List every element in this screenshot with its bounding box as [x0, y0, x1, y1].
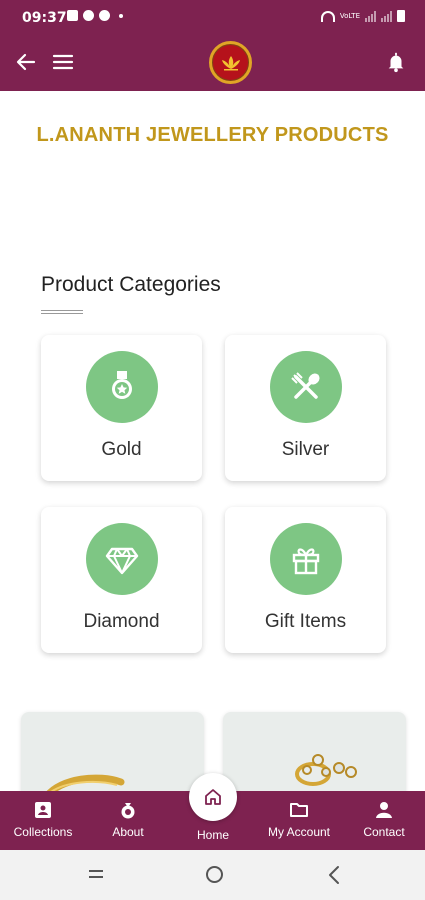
back-arrow-icon[interactable] [14, 50, 38, 74]
volte-label: VoLTE [339, 11, 360, 20]
folder-icon [290, 803, 308, 817]
diamond-icon [86, 523, 158, 595]
category-label: Gift Items [264, 611, 347, 632]
nav-home-button[interactable] [189, 773, 237, 821]
section-title: Product Categories [41, 273, 221, 296]
home-icon [205, 789, 221, 805]
hamburger-menu-icon[interactable] [51, 50, 75, 74]
medal-icon [86, 351, 158, 423]
system-status-icons: VoLTE [320, 10, 405, 22]
category-label: Gold [101, 439, 142, 460]
nav-label: My Account [267, 825, 331, 839]
system-navigation-bar [0, 850, 425, 900]
category-label: Silver [281, 439, 330, 460]
cloud-notification-icon [83, 10, 94, 21]
category-card-diamond[interactable]: Diamond [41, 507, 202, 653]
collections-icon [35, 802, 51, 818]
image-notification-icon [67, 10, 78, 21]
status-bar: 09:37 VoLTE [0, 0, 425, 34]
signal-2-icon [381, 10, 392, 22]
notification-icons [67, 10, 123, 21]
company-title: L.ANANTH JEWELLERY PRODUCTS [36, 124, 389, 146]
person-icon [376, 802, 392, 818]
category-card-gold[interactable]: Gold [41, 335, 202, 481]
more-notifications-dot-icon [119, 13, 123, 18]
category-label: Diamond [83, 611, 160, 632]
app-bar [0, 34, 425, 91]
nav-label: About [112, 825, 144, 839]
whatsapp-notification-icon [99, 10, 110, 21]
nav-collections[interactable]: Collections [3, 801, 83, 841]
bell-icon[interactable] [385, 51, 407, 73]
category-card-gift-items[interactable]: Gift Items [225, 507, 386, 653]
about-icon [121, 803, 135, 819]
system-back-icon[interactable] [327, 865, 341, 885]
signal-1-icon [365, 10, 376, 22]
gift-icon [270, 523, 342, 595]
nav-home-label: Home [196, 828, 229, 842]
nav-label: Collections [13, 825, 73, 839]
recents-icon[interactable] [88, 868, 104, 880]
category-card-silver[interactable]: Silver [225, 335, 386, 481]
spoon-fork-icon [270, 351, 342, 423]
lotus-logo-icon[interactable] [209, 41, 252, 84]
system-home-icon[interactable] [206, 866, 223, 883]
section-underline-divider [41, 310, 83, 314]
nav-contact[interactable]: Contact [344, 801, 424, 841]
status-time: 09:37 [22, 10, 67, 26]
nav-about[interactable]: About [88, 801, 168, 841]
wifi-icon [320, 10, 335, 22]
nav-my-account[interactable]: My Account [259, 801, 339, 841]
battery-icon [397, 10, 405, 22]
nav-label: Contact [363, 825, 405, 839]
